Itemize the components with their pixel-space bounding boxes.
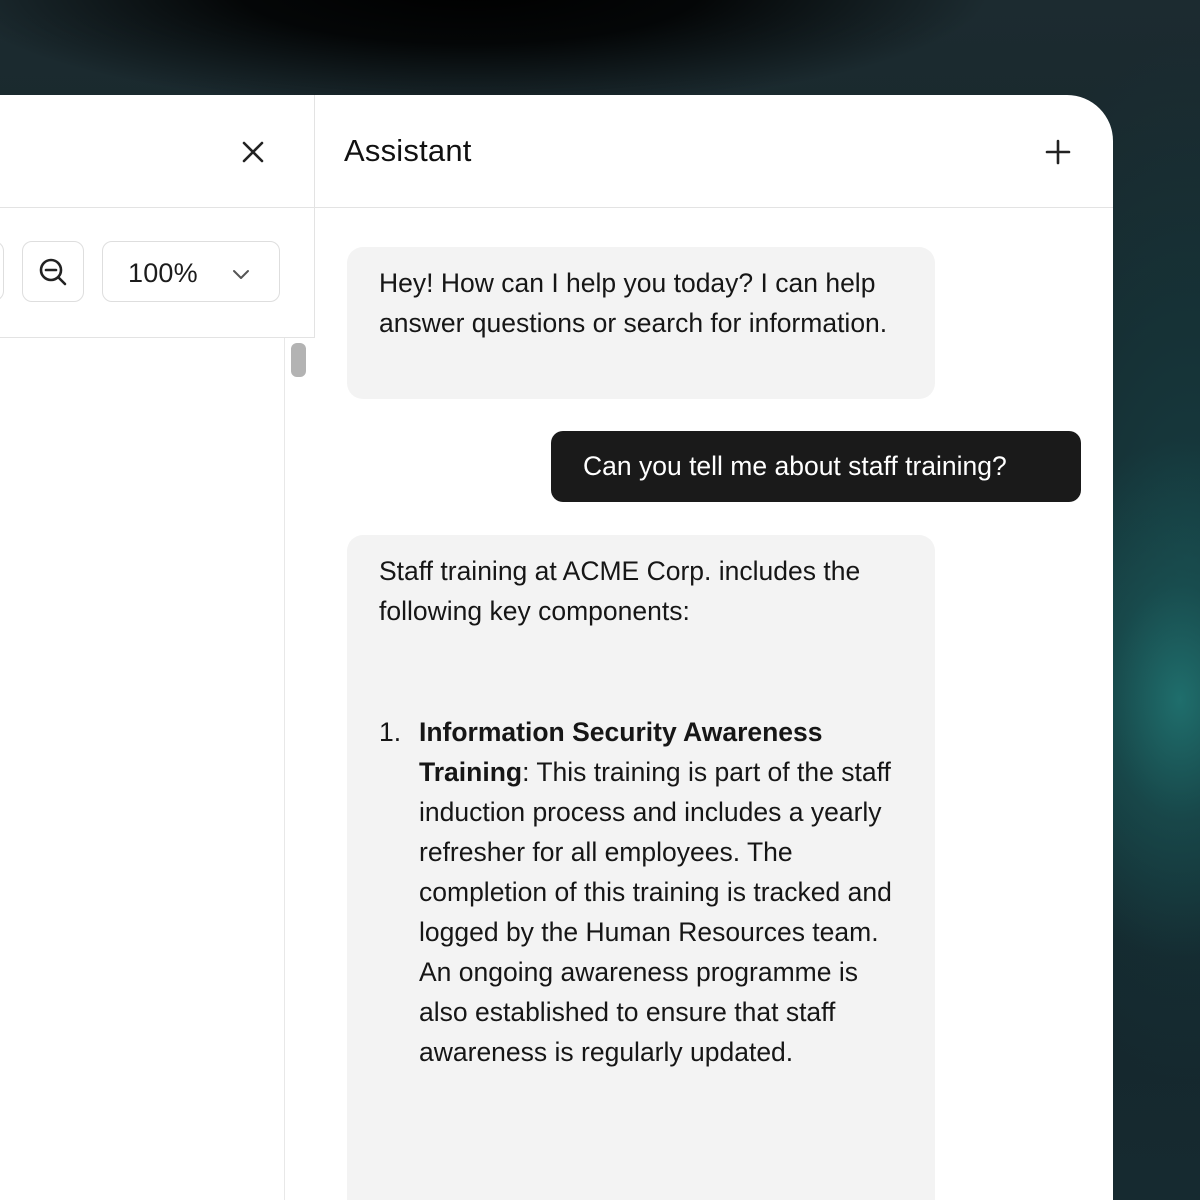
- list-item-body: : This training is part of the staff ind…: [419, 757, 892, 1067]
- assistant-header: Assistant: [315, 95, 1113, 208]
- scrollbar-thumb[interactable]: [291, 343, 306, 377]
- zoom-out-button[interactable]: [22, 241, 84, 302]
- document-canvas: [0, 338, 284, 1200]
- user-message-text: Can you tell me about staff training?: [583, 451, 1007, 481]
- close-icon: [242, 141, 264, 163]
- assistant-message-intro: Staff training at ACME Corp. includes th…: [379, 556, 861, 626]
- viewer-toolbar: 100%: [0, 208, 314, 338]
- list-item-number: 1.: [379, 717, 402, 747]
- app-window: 100% Assistant Hey! How can I help you t…: [0, 95, 1113, 1200]
- assistant-message: Hey! How can I help you today? I can hel…: [347, 247, 935, 399]
- user-message: Can you tell me about staff training?: [551, 431, 1081, 502]
- zoom-level-select[interactable]: 100%: [102, 241, 280, 302]
- new-chat-button[interactable]: [1037, 131, 1079, 173]
- viewer-header: [0, 95, 314, 208]
- assistant-message: Staff training at ACME Corp. includes th…: [347, 535, 935, 1200]
- assistant-pane: Assistant Hey! How can I help you today?…: [315, 95, 1113, 1200]
- chevron-down-icon: [233, 270, 249, 279]
- zoom-out-icon: [39, 258, 67, 285]
- assistant-title: Assistant: [344, 133, 472, 168]
- zoom-level-value: 100%: [128, 258, 198, 288]
- close-viewer-button[interactable]: [232, 131, 274, 173]
- document-scrollbar[interactable]: [284, 338, 315, 1200]
- zoom-in-button[interactable]: [0, 241, 4, 301]
- document-viewer-pane: 100%: [0, 95, 315, 1200]
- list-item-text: Information Security Awareness Training:…: [419, 712, 899, 1072]
- plus-icon: [1045, 139, 1071, 165]
- assistant-message-text: Hey! How can I help you today? I can hel…: [379, 268, 888, 338]
